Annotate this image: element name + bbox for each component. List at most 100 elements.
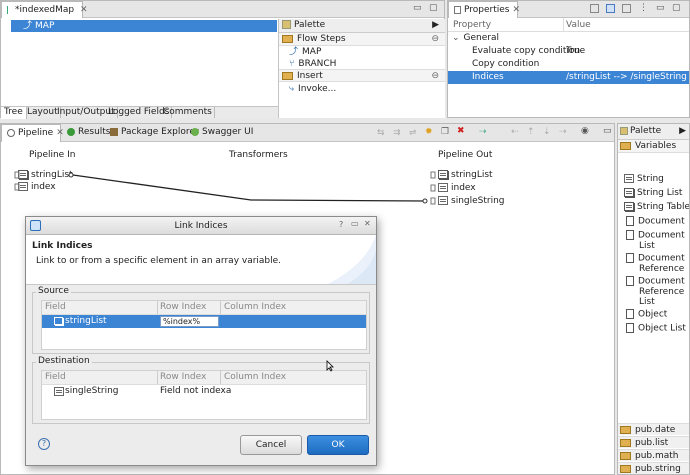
folder-icon bbox=[620, 451, 631, 460]
string-icon bbox=[54, 387, 64, 396]
minimize-icon[interactable]: ▭ bbox=[351, 219, 359, 228]
toolbar-icon[interactable] bbox=[622, 4, 631, 13]
properties-tab[interactable]: Properties ✕ bbox=[448, 1, 520, 18]
palette-item-branch[interactable]: ⑂ BRANCH bbox=[279, 59, 445, 69]
package-pub-math[interactable]: pub.math bbox=[618, 449, 689, 461]
flow-steps-label: Flow Steps bbox=[297, 34, 346, 44]
insert-group[interactable]: Insert ⊖ bbox=[279, 69, 445, 82]
property-value: /stringList --> /singleString bbox=[566, 72, 687, 82]
menu-icon[interactable]: ⋮ bbox=[639, 3, 648, 13]
flow-steps-group[interactable]: Flow Steps ⊖ bbox=[279, 33, 445, 46]
document-list-icon bbox=[626, 230, 634, 240]
col-field: Field bbox=[45, 302, 66, 312]
tree-item-label: MAP bbox=[35, 21, 55, 31]
chevron-down-icon: ⌄ bbox=[452, 33, 460, 43]
app-icon bbox=[30, 220, 41, 231]
maximize-icon[interactable]: ▢ bbox=[429, 3, 438, 13]
col-divider bbox=[157, 301, 158, 314]
mouse-cursor-icon bbox=[326, 360, 334, 372]
property-row[interactable]: Evaluate copy condition True bbox=[448, 45, 689, 58]
map-icon: ⤴ bbox=[289, 47, 299, 57]
expand-icon[interactable]: ▶ bbox=[432, 19, 439, 32]
help-icon[interactable]: ? bbox=[339, 220, 343, 229]
source-group: Source Field Row Index Column Index stri… bbox=[32, 286, 370, 354]
source-field: stringList bbox=[65, 316, 107, 326]
package-label: pub.date bbox=[635, 425, 676, 435]
close-icon[interactable]: ✕ bbox=[364, 219, 371, 228]
object-list-icon bbox=[626, 323, 634, 333]
palette-item-label: String Table bbox=[637, 202, 690, 212]
palette-item-string-list[interactable]: String List bbox=[624, 188, 689, 199]
palette-item-map[interactable]: ⤴ MAP bbox=[279, 46, 445, 59]
collapse-icon[interactable]: ⊖ bbox=[431, 33, 439, 45]
editor-tabbar: *indexedMap ✕ ▭ ▢ bbox=[1, 1, 444, 18]
variables-group[interactable]: Variables bbox=[618, 140, 689, 153]
folder-icon bbox=[282, 71, 293, 80]
palette-item-string[interactable]: String bbox=[624, 174, 689, 185]
help-icon[interactable]: ? bbox=[38, 438, 50, 450]
folder-icon bbox=[282, 34, 293, 43]
toolbar-icon[interactable] bbox=[606, 4, 615, 13]
palette-right-header: Palette ▶ bbox=[618, 124, 689, 140]
palette-top: Palette ▶ Flow Steps ⊖ ⤴ MAP ⑂ BRANCH Inse… bbox=[278, 19, 445, 118]
branch-icon: ⑂ bbox=[289, 59, 295, 69]
package-pub-string[interactable]: pub.string bbox=[618, 462, 689, 474]
source-row[interactable]: stringList bbox=[42, 315, 366, 328]
destination-label: Destination bbox=[36, 356, 92, 366]
dialog-title: Link Indices bbox=[174, 221, 228, 231]
property-row[interactable]: Copy condition bbox=[448, 58, 689, 71]
string-icon bbox=[624, 174, 634, 183]
string-list-icon bbox=[54, 317, 63, 325]
tab-tree[interactable]: Tree bbox=[1, 107, 27, 119]
close-icon[interactable]: ✕ bbox=[80, 5, 88, 15]
package-pub-date[interactable]: pub.date bbox=[618, 423, 689, 435]
palette-item-document[interactable]: Document bbox=[626, 216, 689, 228]
close-icon[interactable]: ✕ bbox=[512, 5, 520, 15]
property-name: Evaluate copy condition bbox=[472, 46, 581, 56]
property-row-selected[interactable]: Indices /stringList --> /singleString bbox=[448, 71, 689, 84]
palette-item-document-reference-list[interactable]: Document Reference List bbox=[626, 276, 689, 307]
palette-item-object-list[interactable]: Object List bbox=[626, 323, 689, 335]
package-pub-list[interactable]: pub.list bbox=[618, 436, 689, 448]
properties-group[interactable]: ⌄ General bbox=[448, 32, 689, 45]
collapse-icon[interactable]: ⊖ bbox=[431, 70, 439, 82]
palette-item-label: Document Reference List bbox=[638, 276, 685, 307]
dialog-titlebar[interactable]: Link Indices ? ▭ ✕ bbox=[26, 217, 376, 235]
palette-item-document-reference[interactable]: Document Reference bbox=[626, 253, 689, 274]
folder-icon bbox=[620, 141, 631, 150]
map-link-line[interactable] bbox=[1, 124, 616, 224]
minimize-icon[interactable]: ▭ bbox=[413, 3, 422, 13]
editor-tab[interactable]: *indexedMap ✕ bbox=[1, 1, 88, 18]
destination-field: singleString bbox=[65, 386, 119, 396]
tree-item-map[interactable]: ⤴ MAP bbox=[11, 20, 277, 32]
property-value: True bbox=[566, 46, 586, 56]
properties-tab-label: Properties bbox=[464, 5, 510, 15]
properties-tabbar: Properties ✕ ⋮ ▭ ▢ bbox=[448, 1, 689, 18]
destination-row-index: Field not indexa bbox=[160, 386, 232, 396]
ok-button[interactable]: OK bbox=[307, 435, 369, 455]
minimize-icon[interactable]: ▭ bbox=[656, 3, 665, 13]
row-index-input[interactable] bbox=[160, 316, 219, 327]
palette-item-branch-label: BRANCH bbox=[298, 59, 337, 69]
maximize-icon[interactable]: ▢ bbox=[672, 3, 681, 13]
palette-item-label: Object bbox=[638, 309, 668, 320]
palette-item-document-list[interactable]: Document List bbox=[626, 230, 689, 251]
col-property: Property bbox=[453, 20, 492, 30]
document-icon bbox=[626, 216, 634, 226]
editor-panel: *indexedMap ✕ ▭ ▢ ⤴ MAP Palette ▶ Flow St… bbox=[0, 0, 445, 119]
palette-item-invoke[interactable]: ⤷ Invoke... bbox=[279, 82, 445, 96]
cancel-button[interactable]: Cancel bbox=[240, 435, 302, 455]
palette-right-title: Palette bbox=[630, 126, 662, 136]
palette-item-object[interactable]: Object bbox=[626, 309, 689, 321]
col-row-index: Row Index bbox=[160, 372, 207, 382]
package-label: pub.list bbox=[635, 438, 669, 448]
destination-row[interactable]: singleString Field not indexa bbox=[42, 385, 366, 398]
palette-top-header: Palette ▶ bbox=[279, 19, 445, 33]
tab-comments[interactable]: Comments bbox=[161, 107, 215, 118]
expand-icon[interactable]: ▶ bbox=[679, 124, 686, 139]
folder-icon bbox=[620, 464, 631, 473]
toolbar-icon[interactable] bbox=[590, 4, 599, 13]
object-icon bbox=[626, 309, 634, 319]
property-name: Indices bbox=[472, 72, 504, 82]
palette-item-string-table[interactable]: String Table bbox=[624, 202, 690, 213]
